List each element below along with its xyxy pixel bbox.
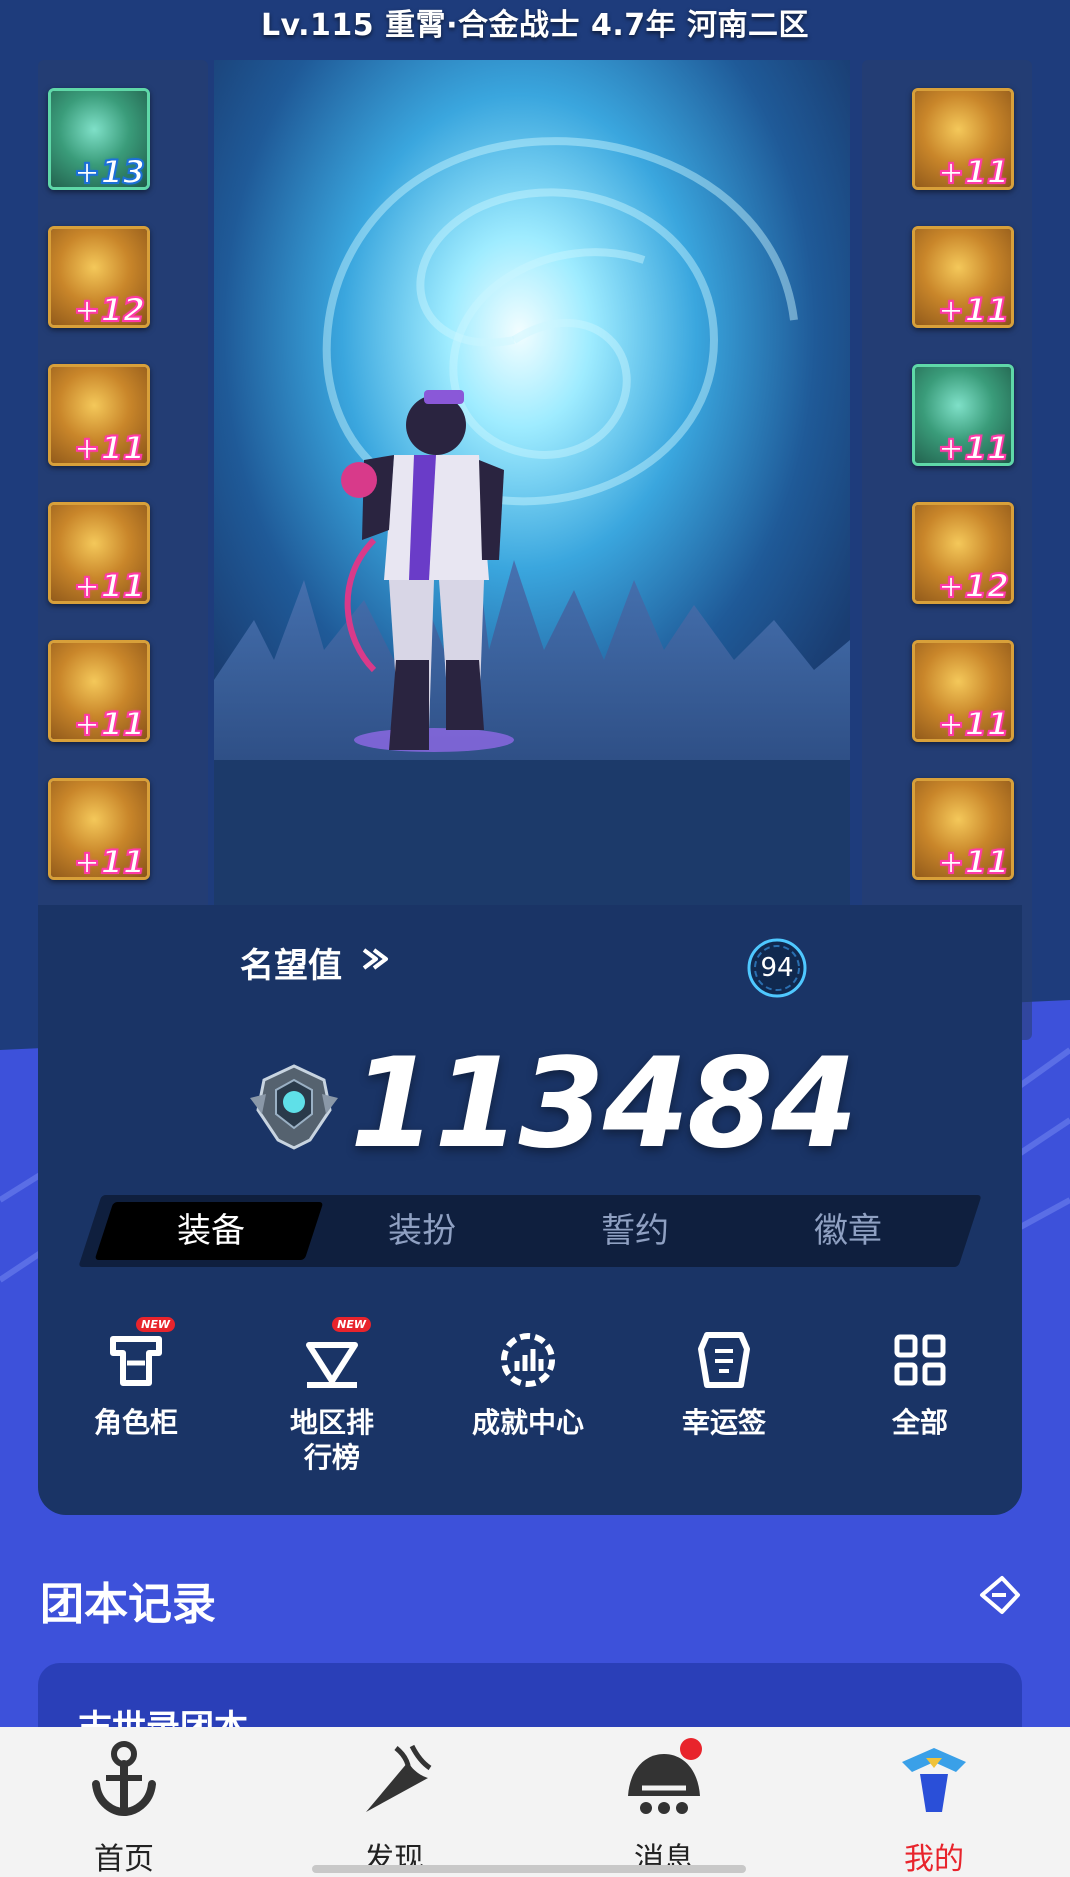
ranking-icon: NEW — [297, 1317, 371, 1395]
enhance-level: +11 — [937, 152, 1010, 190]
lucky-lot-icon — [689, 1325, 759, 1395]
enhance-level: +13 — [73, 152, 146, 190]
fame-score: 113484 — [350, 1032, 858, 1176]
action-label: 角色柜 — [93, 1406, 178, 1439]
enhance-level: +12 — [937, 566, 1010, 604]
wardrobe-icon: NEW — [101, 1317, 175, 1395]
action-lucky-lot[interactable]: 幸运签 — [644, 1325, 804, 1440]
equipment-slot[interactable]: +11 — [912, 88, 1014, 190]
fame-label[interactable]: 名望值 — [240, 938, 342, 987]
nav-messages[interactable]: 消息 — [574, 1738, 754, 1877]
raid-record-arrow-icon[interactable] — [976, 1574, 1024, 1616]
discover-icon — [352, 1738, 436, 1822]
home-indicator — [312, 1865, 746, 1873]
tab-badge[interactable]: 徽章 — [748, 1195, 948, 1267]
achievement-icon — [493, 1325, 563, 1395]
equipment-slot[interactable]: +13 — [48, 88, 150, 190]
new-tag: NEW — [332, 1317, 371, 1332]
equipment-slot[interactable]: +11 — [48, 778, 150, 880]
profile-page: Lv.115 重霄·合金战士 4.7年 河南二区 +13 +12 +11 +11… — [0, 0, 1070, 1877]
enhance-level: +11 — [73, 566, 146, 604]
fame-arrow-icon[interactable] — [358, 944, 394, 974]
raid-record-title: 团本记录 — [40, 1579, 216, 1630]
enhance-level: +12 — [73, 290, 146, 328]
nav-discover[interactable]: 发现 — [304, 1738, 484, 1877]
action-label: 全部 — [891, 1406, 948, 1439]
profile-emblem-icon — [892, 1738, 976, 1822]
equipment-slot[interactable]: +12 — [48, 226, 150, 328]
fame-emblem-icon — [250, 1064, 338, 1150]
new-tag: NEW — [136, 1317, 175, 1332]
equipment-slot[interactable]: +11 — [48, 640, 150, 742]
character-scene — [214, 60, 850, 910]
equipment-slot[interactable]: +11 — [912, 640, 1014, 742]
anchor-home-icon — [82, 1738, 166, 1822]
message-icon — [622, 1738, 706, 1822]
enhance-level: +11 — [73, 428, 146, 466]
action-all[interactable]: 全部 — [840, 1325, 1000, 1440]
unread-dot — [680, 1738, 702, 1760]
character-summary: Lv.115 重霄·合金战士 4.7年 河南二区 — [260, 8, 810, 43]
action-achievement[interactable]: 成就中心 — [448, 1325, 608, 1440]
equipment-slot[interactable]: +12 — [912, 502, 1014, 604]
enhance-level: +11 — [937, 428, 1010, 466]
equipment-slot[interactable]: +11 — [912, 226, 1014, 328]
equipment-slot[interactable]: +11 — [48, 502, 150, 604]
equipment-slot[interactable]: +11 — [912, 778, 1014, 880]
enhance-level: +11 — [73, 704, 146, 742]
tab-appearance[interactable]: 装扮 — [322, 1195, 522, 1267]
action-label: 幸运签 — [681, 1406, 766, 1439]
action-ranking[interactable]: NEW 地区排 行榜 — [252, 1317, 412, 1475]
enhance-level: +11 — [937, 290, 1010, 328]
enhance-level: +11 — [937, 842, 1010, 880]
nav-home[interactable]: 首页 — [34, 1738, 214, 1877]
tab-equipment[interactable]: 装备 — [111, 1195, 311, 1267]
equipment-slot[interactable]: +11 — [912, 364, 1014, 466]
vortex-backdrop — [214, 60, 850, 910]
nav-profile[interactable]: 我的 — [844, 1738, 1024, 1877]
action-label: 地区排 行榜 — [289, 1406, 374, 1474]
tab-oath[interactable]: 誓约 — [535, 1195, 735, 1267]
action-wardrobe[interactable]: NEW 角色柜 — [56, 1317, 216, 1440]
nav-label: 我的 — [904, 1842, 964, 1877]
action-label: 成就中心 — [471, 1406, 584, 1439]
enhance-level: +11 — [73, 842, 146, 880]
fame-rank-value: 94 — [760, 953, 794, 983]
equipment-slot[interactable]: +11 — [48, 364, 150, 466]
enhance-level: +11 — [937, 704, 1010, 742]
grid-icon — [885, 1325, 955, 1395]
nav-label: 首页 — [94, 1842, 154, 1877]
